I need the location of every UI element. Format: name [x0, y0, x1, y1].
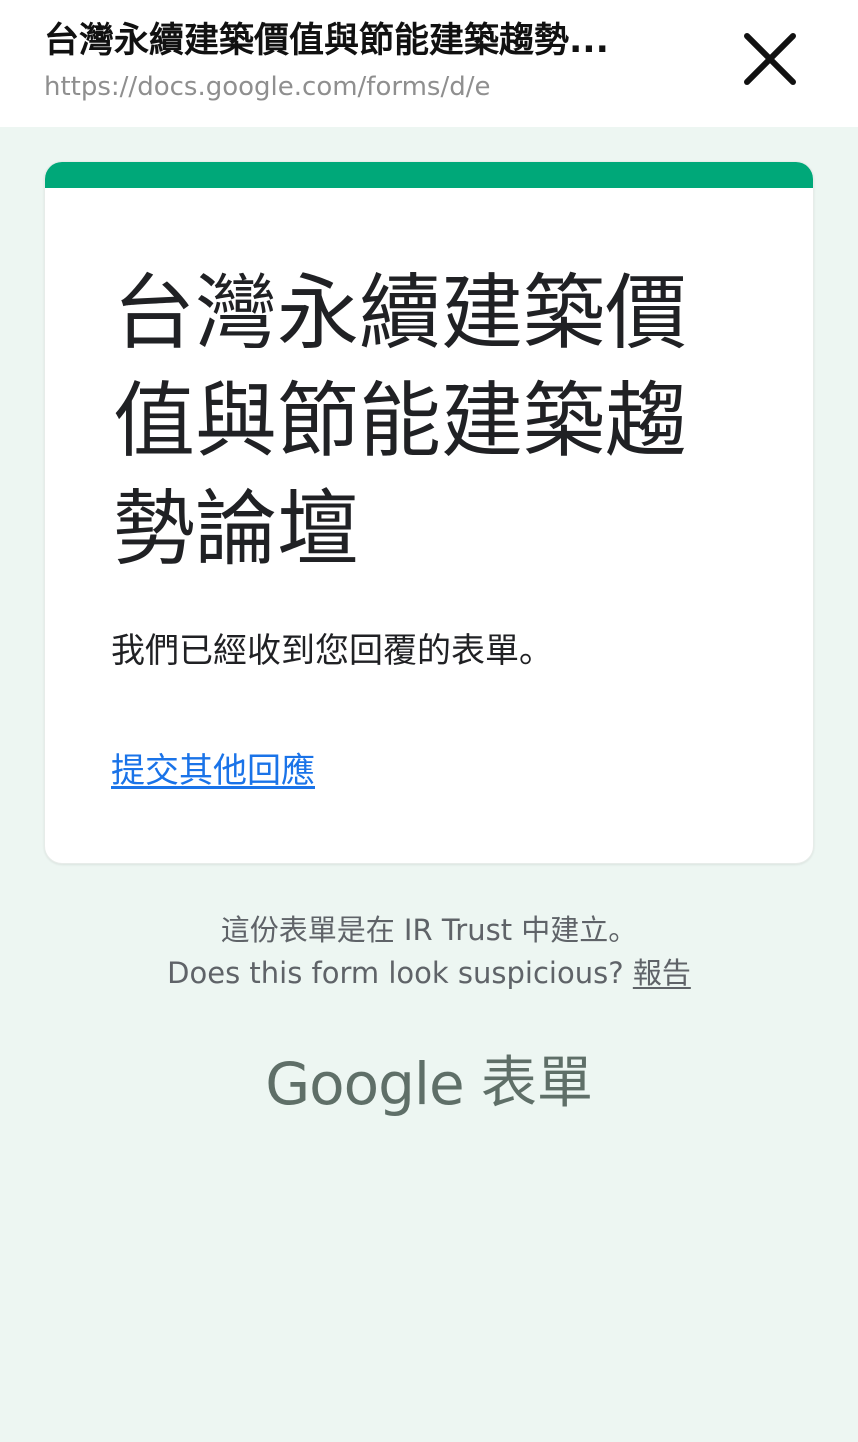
suspicious-text: Does this form look suspicious? [167, 956, 624, 990]
google-wordmark: Google [265, 1050, 465, 1118]
page-url: https://docs.google.com/forms/d/e [44, 72, 491, 102]
browser-header: 台灣永續建築價值與節能建築趨勢... https://docs.google.c… [0, 0, 858, 127]
form-title: 台灣永續建築價值與節能建築趨勢論壇 [113, 266, 688, 577]
suspicious-row: Does this form look suspicious? 報告 [0, 952, 858, 994]
confirmation-message: 我們已經收到您回覆的表單。 [111, 631, 553, 671]
page-title: 台灣永續建築價值與節能建築趨勢... [44, 21, 609, 61]
submit-another-response-link[interactable]: 提交其他回應 [111, 748, 315, 794]
google-forms-logo[interactable]: Google 表單 [0, 1045, 858, 1123]
response-card: 台灣永續建築價值與節能建築趨勢論壇 我們已經收到您回覆的表單。 提交其他回應 [44, 161, 814, 864]
report-link[interactable]: 報告 [633, 956, 691, 990]
forms-wordmark: 表單 [480, 1051, 593, 1116]
card-accent-bar [45, 162, 813, 188]
close-icon[interactable] [735, 24, 805, 94]
created-in-text: 這份表單是在 IR Trust 中建立。 [220, 913, 638, 947]
